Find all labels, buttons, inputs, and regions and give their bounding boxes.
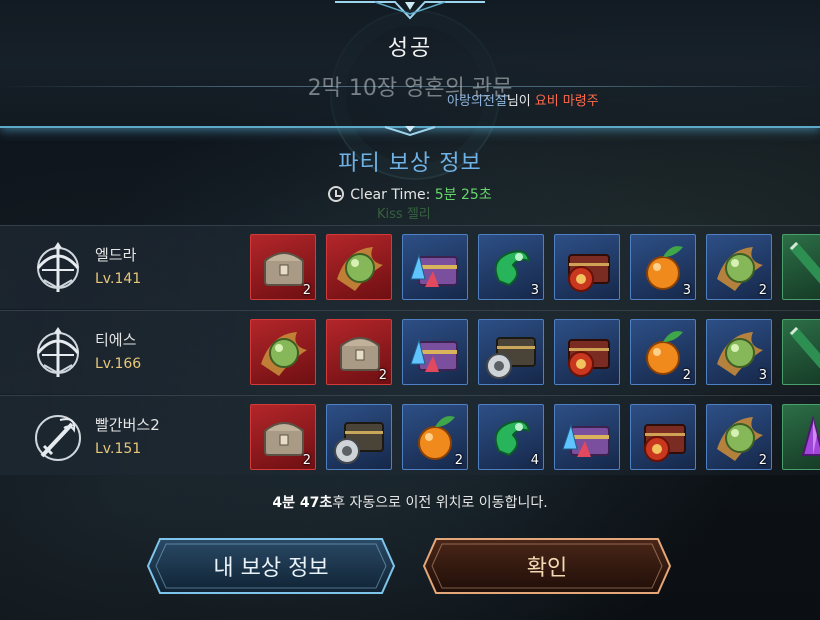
clear-time-value: 5분 25초 xyxy=(434,187,492,203)
dragon-sword-icon xyxy=(35,415,81,461)
clock-icon xyxy=(328,186,345,202)
reward-item-slot[interactable]: 2 xyxy=(326,319,392,385)
member-name: 티에스 xyxy=(95,331,137,349)
reward-item-slot[interactable] xyxy=(326,404,392,470)
member-level: Lv.141 xyxy=(95,271,142,287)
item-quantity: 3 xyxy=(758,368,767,383)
item-quantity: 3 xyxy=(530,283,539,298)
item-quantity: 4 xyxy=(530,453,539,468)
reward-item-slot[interactable] xyxy=(782,404,820,470)
item-quantity: 2 xyxy=(758,283,767,298)
purple-crystal-chest-icon xyxy=(562,423,610,457)
my-reward-label: 내 보상 정보 xyxy=(213,556,329,581)
item-quantity: 2 xyxy=(378,368,387,383)
member-level: Lv.166 xyxy=(95,356,142,372)
party-reward-list[interactable]: 엘드라 Lv.141 2 3 3 2 티에스 Lv.166 2 2 3 빨간버스2 Lv.… xyxy=(0,225,820,475)
coin-chest-icon xyxy=(334,422,384,464)
item-quantity: 2 xyxy=(682,368,691,383)
reward-items: 2 2 3 xyxy=(250,319,820,387)
red-orb-chest-icon xyxy=(568,254,610,292)
crossbow-icon xyxy=(36,242,80,292)
green-orb-icon xyxy=(261,332,307,376)
reward-item-slot[interactable]: 4 xyxy=(478,404,544,470)
reward-item-slot[interactable]: 2 xyxy=(250,404,316,470)
reward-item-slot[interactable] xyxy=(782,319,820,385)
red-orb-chest-icon xyxy=(568,339,610,377)
red-orb-chest-icon xyxy=(644,424,686,462)
clear-time-label: Clear Time: xyxy=(350,187,431,203)
item-quantity: 2 xyxy=(302,453,311,468)
party-member-row: 엘드라 Lv.141 2 3 3 2 xyxy=(0,225,820,309)
reward-item-slot[interactable] xyxy=(402,234,468,300)
item-quantity: 3 xyxy=(682,283,691,298)
notice-suffix: 님이 xyxy=(506,94,531,109)
reward-item-slot[interactable] xyxy=(402,319,468,385)
confirm-button[interactable]: 확인 xyxy=(422,535,672,597)
member-name: 엘드라 xyxy=(95,246,137,264)
countdown-text: 후 자동으로 이전 위치로 이동합니다. xyxy=(332,495,548,511)
reward-item-slot[interactable] xyxy=(250,319,316,385)
item-quantity: 2 xyxy=(758,453,767,468)
crossbow-icon xyxy=(36,327,80,377)
member-level: Lv.151 xyxy=(95,441,142,457)
my-reward-button[interactable]: 내 보상 정보 xyxy=(146,535,396,597)
notice-player: 아랑의전설 xyxy=(447,94,507,109)
green-orb-icon xyxy=(337,247,383,291)
item-quantity: 2 xyxy=(454,453,463,468)
result-header: 성공 2막 10장 영혼의 관문 아랑의전설님이 요비 마령주 xyxy=(0,0,820,137)
item-quantity: 2 xyxy=(302,283,311,298)
background-text: Kiss 젤리 xyxy=(377,207,431,222)
reward-item-slot[interactable]: 3 xyxy=(478,234,544,300)
reward-item-slot[interactable]: 2 xyxy=(630,319,696,385)
reward-item-slot[interactable] xyxy=(554,319,620,385)
reward-item-slot[interactable] xyxy=(554,234,620,300)
stage-name: 2막 10장 영혼의 관문 xyxy=(307,76,513,101)
bottom-ornament-icon xyxy=(384,126,436,137)
green-scroll-icon xyxy=(789,241,820,284)
clear-time: Clear Time: 5분 25초 xyxy=(0,184,820,204)
reward-item-slot[interactable]: 2 xyxy=(706,234,772,300)
reward-items: 2 3 3 2 xyxy=(250,234,820,302)
purple-crystal-chest-icon xyxy=(410,253,458,287)
reward-item-slot[interactable] xyxy=(554,404,620,470)
reward-item-slot[interactable]: 2 xyxy=(402,404,468,470)
drop-notice: 아랑의전설님이 요비 마령주 xyxy=(447,90,599,109)
purple-crystal-icon xyxy=(801,415,820,456)
reward-item-slot[interactable]: 3 xyxy=(706,319,772,385)
party-member-row: 빨간버스2 Lv.151 2 2 4 2 xyxy=(0,395,820,475)
purple-crystal-chest-icon xyxy=(410,338,458,372)
notice-item: 요비 마령주 xyxy=(534,94,599,109)
reward-item-slot[interactable] xyxy=(326,234,392,300)
result-title: 성공 xyxy=(387,36,433,61)
countdown-time: 4분 47초 xyxy=(272,495,333,511)
reward-item-slot[interactable] xyxy=(782,234,820,300)
reward-item-slot[interactable]: 2 xyxy=(250,234,316,300)
reward-items: 2 2 4 2 xyxy=(250,404,820,472)
green-scroll-icon xyxy=(789,326,820,369)
top-ornament-icon xyxy=(335,1,485,20)
auto-return-countdown: 4분 47초후 자동으로 이전 위치로 이동합니다. xyxy=(0,492,820,512)
reward-item-slot[interactable]: 2 xyxy=(706,404,772,470)
reward-item-slot[interactable] xyxy=(478,319,544,385)
reward-item-slot[interactable] xyxy=(630,404,696,470)
confirm-label: 확인 xyxy=(526,556,568,581)
reward-item-slot[interactable]: 3 xyxy=(630,234,696,300)
section-title: 파티 보상 정보 xyxy=(338,151,482,176)
member-name: 빨간버스2 xyxy=(95,416,160,434)
party-member-row: 티에스 Lv.166 2 2 3 xyxy=(0,310,820,394)
coin-chest-icon xyxy=(486,337,536,379)
